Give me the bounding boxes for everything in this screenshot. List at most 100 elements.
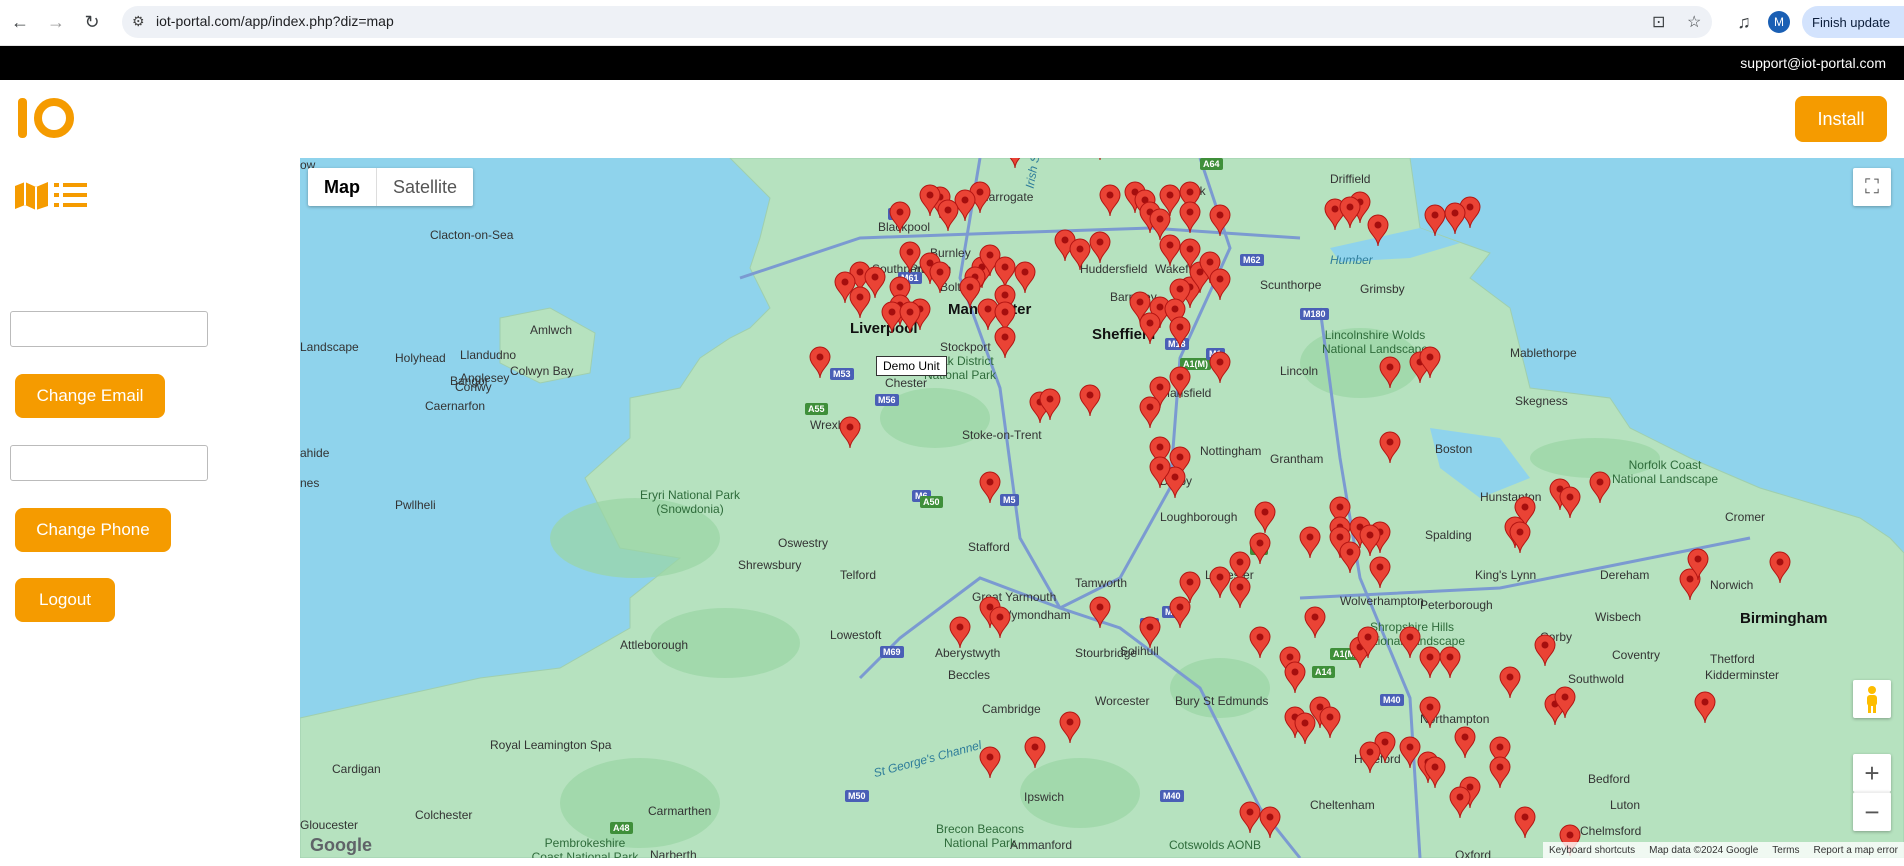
location-marker-icon[interactable]	[1367, 214, 1389, 247]
support-email[interactable]: support@iot-portal.com	[1740, 55, 1886, 71]
map-view-icon[interactable]	[14, 180, 50, 210]
list-view-icon[interactable]	[54, 180, 88, 210]
location-marker-icon[interactable]	[889, 201, 911, 234]
location-marker-icon[interactable]	[1304, 606, 1326, 639]
location-marker-icon[interactable]	[1169, 596, 1191, 629]
location-marker-icon[interactable]	[1024, 736, 1046, 769]
location-marker-icon[interactable]	[1254, 501, 1276, 534]
logout-button[interactable]: Logout	[15, 578, 115, 622]
zoom-in-button[interactable]: +	[1853, 754, 1891, 792]
location-marker-icon[interactable]	[1229, 576, 1251, 609]
map-canvas[interactable]: DriffieldHarrogateYorkBlackpoolBurnleyPr…	[300, 158, 1904, 858]
location-marker-icon[interactable]	[1179, 201, 1201, 234]
location-marker-icon[interactable]	[899, 301, 921, 334]
location-marker-icon[interactable]	[1399, 626, 1421, 659]
location-marker-icon[interactable]	[1559, 486, 1581, 519]
address-bar[interactable]: ⚙ iot-portal.com/app/index.php?diz=map ⊡…	[122, 6, 1712, 38]
location-marker-icon[interactable]	[1159, 234, 1181, 267]
location-marker-icon[interactable]	[1209, 351, 1231, 384]
location-marker-icon[interactable]	[1509, 521, 1531, 554]
google-logo[interactable]: Google	[310, 835, 372, 856]
location-marker-icon[interactable]	[1449, 786, 1471, 819]
location-marker-icon[interactable]	[1139, 312, 1161, 345]
location-marker-icon[interactable]	[1284, 661, 1306, 694]
location-marker-icon[interactable]	[1239, 801, 1261, 834]
location-marker-icon[interactable]	[1589, 471, 1611, 504]
location-marker-icon[interactable]	[1489, 756, 1511, 789]
email-field[interactable]	[10, 311, 208, 347]
location-marker-icon[interactable]	[929, 261, 951, 294]
install-button[interactable]: Install	[1795, 96, 1887, 142]
location-marker-icon[interactable]	[1059, 711, 1081, 744]
location-marker-icon[interactable]	[1514, 806, 1536, 839]
location-marker-icon[interactable]	[959, 276, 981, 309]
location-marker-icon[interactable]	[1209, 204, 1231, 237]
forward-icon[interactable]: →	[44, 10, 68, 34]
media-icon[interactable]: ♫	[1732, 10, 1756, 34]
location-marker-icon[interactable]	[1379, 356, 1401, 389]
location-marker-icon[interactable]	[1439, 646, 1461, 679]
location-marker-icon[interactable]	[1089, 231, 1111, 264]
location-marker-icon[interactable]	[1294, 712, 1316, 745]
location-marker-icon[interactable]	[1005, 158, 1025, 169]
location-marker-icon[interactable]	[1209, 566, 1231, 599]
location-marker-icon[interactable]	[1209, 268, 1231, 301]
location-marker-icon[interactable]	[1424, 204, 1446, 237]
finish-update-button[interactable]: Finish update	[1802, 6, 1904, 38]
location-marker-icon[interactable]	[899, 241, 921, 274]
location-marker-icon[interactable]	[1014, 261, 1036, 294]
location-marker-icon[interactable]	[1139, 396, 1161, 429]
location-marker-icon[interactable]	[994, 326, 1016, 359]
reload-icon[interactable]: ↻	[80, 10, 104, 34]
location-marker-icon[interactable]	[1339, 541, 1361, 574]
back-icon[interactable]: ←	[8, 10, 32, 34]
location-marker-icon[interactable]	[1499, 666, 1521, 699]
fullscreen-icon[interactable]: ⛶	[1853, 168, 1891, 206]
location-marker-icon[interactable]	[937, 199, 959, 232]
location-marker-icon[interactable]	[1359, 741, 1381, 774]
map-type-map-button[interactable]: Map	[308, 168, 377, 206]
location-marker-icon[interactable]	[1259, 806, 1281, 839]
location-marker-icon[interactable]	[1769, 551, 1791, 584]
location-marker-icon[interactable]	[1444, 202, 1466, 235]
location-marker-icon[interactable]	[1419, 696, 1441, 729]
location-marker-icon[interactable]	[1169, 366, 1191, 399]
location-marker-icon[interactable]	[1139, 616, 1161, 649]
keyboard-shortcuts-link[interactable]: Keyboard shortcuts	[1549, 845, 1635, 856]
location-marker-icon[interactable]	[1319, 706, 1341, 739]
location-marker-icon[interactable]	[1419, 646, 1441, 679]
location-marker-icon[interactable]	[1299, 526, 1321, 559]
zoom-out-button[interactable]: −	[1853, 792, 1891, 831]
report-error-link[interactable]: Report a map error	[1814, 845, 1898, 856]
bookmark-star-icon[interactable]: ☆	[1687, 12, 1701, 32]
location-marker-icon[interactable]	[1424, 756, 1446, 789]
phone-field[interactable]	[10, 445, 208, 481]
location-marker-icon[interactable]	[1069, 238, 1091, 271]
location-marker-icon[interactable]	[1379, 431, 1401, 464]
location-marker-icon[interactable]	[1249, 532, 1271, 565]
location-marker-icon[interactable]	[1454, 726, 1476, 759]
location-marker-icon[interactable]	[989, 606, 1011, 639]
terms-link[interactable]: Terms	[1772, 845, 1799, 856]
street-view-pegman-icon[interactable]	[1853, 680, 1891, 718]
map-type-satellite-button[interactable]: Satellite	[377, 168, 473, 206]
site-info-icon[interactable]: ⚙	[132, 13, 145, 30]
change-phone-button[interactable]: Change Phone	[15, 508, 171, 552]
location-marker-icon[interactable]	[1079, 384, 1101, 417]
location-marker-icon[interactable]	[1399, 736, 1421, 769]
location-marker-icon[interactable]	[1359, 524, 1381, 557]
location-marker-icon[interactable]	[849, 286, 871, 319]
location-marker-icon[interactable]	[839, 416, 861, 449]
location-marker-icon[interactable]	[979, 471, 1001, 504]
location-marker-icon[interactable]	[1339, 196, 1361, 229]
location-marker-icon[interactable]	[1099, 184, 1121, 217]
avatar[interactable]: M	[1768, 11, 1790, 33]
location-marker-icon[interactable]	[1249, 626, 1271, 659]
location-marker-icon[interactable]	[1169, 316, 1191, 349]
location-marker-icon[interactable]	[1369, 556, 1391, 589]
install-app-icon[interactable]: ⊡	[1652, 12, 1665, 32]
location-marker-icon[interactable]	[1089, 596, 1111, 629]
location-marker-icon[interactable]	[1090, 158, 1110, 161]
location-marker-icon[interactable]	[1534, 634, 1556, 667]
url-text[interactable]: iot-portal.com/app/index.php?diz=map	[156, 13, 394, 29]
